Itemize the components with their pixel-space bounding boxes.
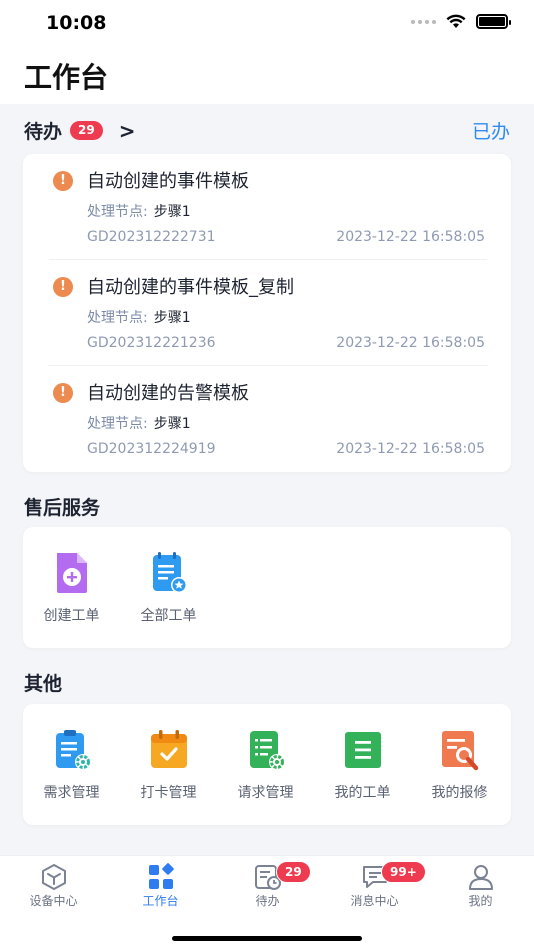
- my-tickets-label: 我的工单: [334, 785, 391, 801]
- page-header: 工作台: [0, 50, 534, 104]
- todo-item-code: GD202312221236: [87, 335, 216, 351]
- warning-icon: !: [53, 383, 73, 403]
- my-repairs-label: 我的报修: [431, 785, 488, 801]
- request-management-label: 请求管理: [237, 785, 294, 801]
- todo-item-time: 2023-12-22 16:58:05: [336, 335, 485, 351]
- page-title: 工作台: [24, 61, 109, 94]
- wifi-icon: [446, 14, 466, 28]
- wrench-document-icon: [442, 731, 479, 771]
- home-indicator: [172, 936, 362, 941]
- todo-item[interactable]: ! 自动创建的告警模板 处理节点: 步骤1 GD202312224919 2023…: [23, 366, 511, 472]
- todo-item[interactable]: ! 自动创建的事件模板 处理节点: 步骤1 GD202312222731 2023…: [23, 154, 511, 260]
- list-icon: [345, 732, 381, 768]
- check-in-management-label: 打卡管理: [140, 785, 197, 801]
- todo-title[interactable]: 待办: [24, 117, 62, 144]
- demand-management-tile[interactable]: 需求管理: [23, 704, 120, 825]
- status-icons: [411, 14, 511, 29]
- todo-count-badge: 29: [70, 121, 103, 140]
- tab-workbench[interactable]: 工作台: [107, 856, 214, 916]
- calendar-check-icon: [151, 730, 187, 768]
- after-sales-title: 售后服务: [24, 497, 101, 519]
- tab-label: 设备中心: [29, 894, 78, 908]
- request-management-tile[interactable]: 请求管理: [217, 704, 314, 825]
- after-sales-card: 创建工单 全部工单: [23, 527, 511, 648]
- all-tickets-label: 全部工单: [140, 608, 197, 624]
- other-card: 需求管理 打卡管理 请求管理 我的工单 我的报修: [23, 704, 511, 825]
- tab-label: 待办: [255, 894, 280, 908]
- todo-tab-badge: 29: [276, 861, 311, 883]
- tab-todo[interactable]: 29 待办: [214, 856, 321, 916]
- tab-label: 工作台: [142, 894, 179, 908]
- create-ticket-label: 创建工单: [43, 608, 100, 624]
- todo-item-code: GD202312224919: [87, 441, 216, 457]
- cube-icon: [42, 864, 66, 890]
- all-tickets-tile[interactable]: 全部工单: [120, 527, 217, 648]
- status-bar: 10:08: [0, 0, 534, 50]
- tab-device-center[interactable]: 设备中心: [0, 856, 107, 916]
- status-time: 10:08: [46, 12, 107, 34]
- todo-item-title: 自动创建的事件模板: [87, 171, 249, 192]
- tab-mine[interactable]: 我的: [427, 856, 534, 916]
- done-link[interactable]: 已办: [472, 117, 510, 144]
- todo-item-node: 处理节点: 步骤1: [87, 416, 191, 432]
- create-ticket-tile[interactable]: 创建工单: [23, 527, 120, 648]
- todo-section-header: 待办 29 > 已办: [24, 117, 510, 144]
- todo-item-time: 2023-12-22 16:58:05: [336, 441, 485, 457]
- clipboard-gear-icon: [56, 730, 91, 770]
- todo-item-node: 处理节点: 步骤1: [87, 204, 191, 220]
- check-in-management-tile[interactable]: 打卡管理: [120, 704, 217, 825]
- battery-icon: [476, 14, 511, 29]
- tab-label: 我的: [468, 894, 493, 908]
- tab-message-center[interactable]: 99+ 消息中心: [321, 856, 428, 916]
- my-repairs-tile[interactable]: 我的报修: [411, 704, 508, 825]
- my-tickets-tile[interactable]: 我的工单: [314, 704, 411, 825]
- todo-card: ! 自动创建的事件模板 处理节点: 步骤1 GD202312222731 2023…: [23, 154, 511, 472]
- starred-list-icon: [153, 552, 187, 593]
- todo-item[interactable]: ! 自动创建的事件模板_复制 处理节点: 步骤1 GD202312221236 2…: [23, 260, 511, 366]
- signal-icon: [411, 19, 436, 24]
- warning-icon: !: [53, 277, 73, 297]
- todo-item-title: 自动创建的告警模板: [87, 383, 249, 404]
- tab-label: 消息中心: [350, 894, 399, 908]
- todo-item-time: 2023-12-22 16:58:05: [336, 229, 485, 245]
- todo-item-node: 处理节点: 步骤1: [87, 310, 191, 326]
- other-title: 其他: [24, 673, 63, 695]
- message-tab-badge: 99+: [381, 861, 426, 883]
- add-document-icon: [57, 553, 87, 593]
- grid-icon: [149, 863, 174, 889]
- todo-more-arrow[interactable]: >: [119, 119, 136, 143]
- warning-icon: !: [53, 171, 73, 191]
- todo-item-code: GD202312222731: [87, 229, 216, 245]
- list-gear-icon: [250, 731, 285, 770]
- user-icon: [469, 865, 493, 890]
- todo-item-title: 自动创建的事件模板_复制: [87, 277, 294, 298]
- demand-management-label: 需求管理: [43, 785, 100, 801]
